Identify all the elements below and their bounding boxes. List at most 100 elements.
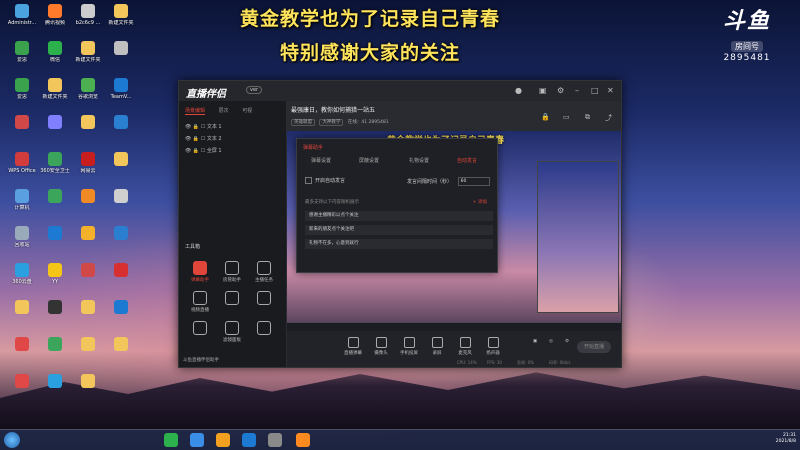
bottom-tool-icon bbox=[487, 337, 499, 348]
app-icon bbox=[15, 4, 29, 18]
status-drop: 丢帧: 0% bbox=[517, 360, 534, 365]
bottom-tool-icon bbox=[459, 337, 471, 348]
desktop-icon[interactable] bbox=[101, 152, 141, 168]
toolbox-item[interactable]: 主播任务 bbox=[251, 261, 277, 283]
version-badge[interactable]: ver bbox=[246, 86, 263, 94]
bottom-tool-label: 手机投屏 bbox=[400, 351, 418, 356]
settings-icon[interactable]: ⚙ bbox=[555, 339, 579, 344]
tab-block-settings[interactable]: 屏蔽设置 bbox=[359, 157, 379, 164]
minimize-icon[interactable]: – bbox=[575, 86, 579, 95]
tab-layers[interactable]: 层次 bbox=[219, 108, 229, 114]
taskbar-app-icon[interactable] bbox=[190, 433, 204, 447]
close-icon[interactable]: ✕ bbox=[607, 86, 614, 95]
taskbar-app-icon[interactable] bbox=[296, 433, 310, 447]
room-meta-tag[interactable]: 英雄联盟 bbox=[291, 119, 315, 126]
menu-icon[interactable]: ▣ bbox=[539, 86, 547, 95]
danmaku-assistant-dialog: 弹幕助手 弹幕设置 屏蔽设置 礼物设置 自动发言 开启自动发言 发言间隔时间（秒… bbox=[296, 138, 498, 273]
toolbox-item[interactable] bbox=[187, 321, 213, 337]
toolbox-item[interactable] bbox=[251, 321, 277, 337]
app-icon bbox=[114, 263, 128, 277]
app-icon bbox=[15, 337, 29, 351]
maximize-icon[interactable]: □ bbox=[591, 86, 599, 95]
app-icon bbox=[81, 263, 95, 277]
tool-icon bbox=[257, 321, 271, 335]
desktop-icon-label: 回收站 bbox=[14, 242, 30, 248]
scene-item[interactable]: 👁 🔒 ☐ 文本 1 bbox=[185, 123, 222, 130]
lock-icon[interactable]: 🔒 bbox=[541, 113, 550, 121]
windows-taskbar: 21:31 2021/8/8 bbox=[0, 429, 800, 450]
scene-item[interactable]: 👁 🔒 ☐ 全屏 1 bbox=[185, 147, 222, 154]
status-bar: CPU: 14% FPS: 30 丢帧: 0% 码率: 0kb/s bbox=[287, 359, 621, 367]
tab-auto-speak[interactable]: 自动发言 bbox=[457, 157, 477, 164]
taskbar-app-icon[interactable] bbox=[242, 433, 256, 447]
tab-scene-edit[interactable]: 场景编辑 bbox=[185, 108, 206, 115]
desktop-icon-label: TeamV... bbox=[110, 94, 132, 100]
message-item[interactable]: 礼物不在多，心意到就行 bbox=[305, 239, 493, 249]
bottom-tool[interactable]: 手机投屏 bbox=[397, 337, 421, 356]
app-icon bbox=[48, 78, 62, 92]
desktop-icon-label: YY bbox=[51, 279, 59, 285]
desktop-icon[interactable] bbox=[101, 41, 141, 57]
toolbox-item[interactable] bbox=[219, 291, 245, 307]
desktop-icon[interactable] bbox=[101, 189, 141, 205]
taskbar-app-icon[interactable] bbox=[164, 433, 178, 447]
app-icon bbox=[48, 300, 62, 314]
desktop-icon-label: 计算机 bbox=[14, 205, 30, 211]
desktop-icon[interactable] bbox=[101, 337, 141, 353]
bottom-tool-label: 直播弹幕 bbox=[344, 351, 362, 356]
taskbar-app-icon[interactable] bbox=[216, 433, 230, 447]
app-icon bbox=[48, 41, 62, 55]
system-clock[interactable]: 21:31 2021/8/8 bbox=[776, 433, 796, 445]
app-icon bbox=[15, 226, 29, 240]
toolbox-item[interactable]: 视频直播 bbox=[187, 291, 213, 313]
app-icon bbox=[81, 189, 95, 203]
douyu-logo-text: 斗鱼 bbox=[722, 9, 771, 34]
desktop-icon[interactable] bbox=[68, 374, 108, 390]
add-message-button[interactable]: + 添加 bbox=[473, 199, 487, 205]
bottom-tool[interactable]: 扬声器 bbox=[481, 337, 505, 356]
interval-input[interactable]: 60 bbox=[457, 177, 490, 186]
live-assistant-window: 直播伴侣 ver ● ▣ ⚙ – □ ✕ 场景编辑 层次 可视 👁 🔒 ☐ 文本… bbox=[178, 80, 622, 368]
toolbox-item[interactable]: 滤镜面板 bbox=[219, 321, 245, 343]
message-item[interactable]: 感谢主播精彩以点个关注 bbox=[305, 211, 493, 221]
go-live-button[interactable]: 开始直播 bbox=[577, 341, 611, 353]
desktop-icon[interactable]: TeamV... bbox=[101, 78, 141, 100]
toolbox-item[interactable]: 弹幕助手 bbox=[187, 261, 213, 283]
desktop-icon[interactable] bbox=[101, 263, 141, 279]
copy-icon[interactable]: ⧉ bbox=[585, 113, 590, 122]
tab-visible[interactable]: 可视 bbox=[242, 108, 252, 114]
bottom-tool[interactable]: 录屏 bbox=[425, 337, 449, 356]
settings-icon[interactable]: ⚙ bbox=[557, 86, 564, 95]
footer-note[interactable]: 斗鱼直播伴侣助手 bbox=[183, 357, 219, 363]
desktop-icon[interactable]: 新建文件夹 bbox=[101, 4, 141, 26]
app-icon bbox=[114, 189, 128, 203]
tool-icon bbox=[193, 321, 207, 335]
app-icon bbox=[15, 41, 29, 55]
desktop-icon[interactable] bbox=[101, 300, 141, 316]
window-icon[interactable]: ▭ bbox=[563, 113, 570, 121]
avatar[interactable]: ● bbox=[515, 86, 522, 95]
toolbox-item[interactable] bbox=[251, 291, 277, 307]
tab-gift-settings[interactable]: 礼物设置 bbox=[409, 157, 429, 164]
scene-label: 全屏 1 bbox=[206, 148, 222, 154]
message-hint: 最多支持以下内容随机展示 bbox=[305, 200, 359, 205]
tool-label: 滤镜面板 bbox=[223, 338, 241, 343]
tab-danmaku-settings[interactable]: 弹幕设置 bbox=[311, 157, 331, 164]
bottom-tool[interactable]: 直播弹幕 bbox=[341, 337, 365, 356]
scene-item[interactable]: 👁 🔒 ☐ 文本 2 bbox=[185, 135, 222, 142]
desktop-icon[interactable] bbox=[101, 115, 141, 131]
bottom-tool-icon bbox=[431, 337, 443, 348]
toolbox-item[interactable]: 房管助手 bbox=[219, 261, 245, 283]
share-icon[interactable]: ⤴ bbox=[605, 113, 612, 123]
desktop-icon[interactable] bbox=[101, 226, 141, 242]
taskbar-app-icon[interactable] bbox=[268, 433, 282, 447]
bottom-tool[interactable]: 麦克风 bbox=[453, 337, 477, 356]
app-icon bbox=[15, 300, 29, 314]
auto-speak-checkbox[interactable]: 开启自动发言 bbox=[305, 177, 345, 184]
message-item[interactable]: 新来的朋友点个关注吧 bbox=[305, 225, 493, 235]
start-button[interactable] bbox=[4, 432, 20, 448]
room-title[interactable]: 最强康日，教你如何捕猎一站五 bbox=[291, 105, 375, 114]
room-meta-tag[interactable]: 大神教学 bbox=[319, 119, 344, 126]
app-icon bbox=[15, 263, 29, 277]
bottom-tool[interactable]: 摄像头 bbox=[369, 337, 393, 356]
